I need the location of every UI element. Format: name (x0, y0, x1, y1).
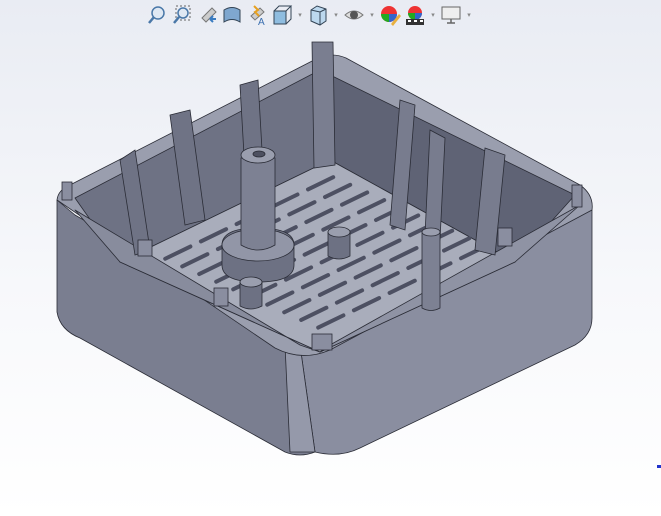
graphics-viewport[interactable] (0, 0, 661, 516)
apply-scene-icon (406, 6, 424, 25)
dropdown-arrow-icon[interactable]: ▾ (332, 4, 340, 26)
previous-view-icon (201, 7, 217, 23)
dropdown-arrow-icon[interactable]: ▾ (296, 4, 304, 26)
view-orientation-button[interactable] (271, 4, 293, 26)
previous-view-button[interactable] (196, 4, 218, 26)
svg-text:A: A (258, 17, 265, 26)
reference-triad-icon (657, 465, 661, 468)
display-style-button[interactable] (307, 4, 329, 26)
zoom-to-fit-icon (148, 6, 165, 24)
hide-show-items-button[interactable] (343, 4, 365, 26)
zoom-to-area-button[interactable] (171, 4, 193, 26)
section-view-button[interactable] (221, 4, 243, 26)
zoom-to-area-icon (173, 5, 191, 24)
view-settings-icon (441, 6, 461, 24)
display-style-icon (310, 5, 327, 26)
dynamic-annotation-views-button[interactable]: A (246, 4, 268, 26)
dynamic-annotation-views-icon: A (250, 5, 265, 26)
view-settings-button[interactable] (440, 4, 462, 26)
view-orientation-icon (273, 5, 293, 25)
hide-show-items-icon (344, 10, 364, 20)
edit-appearance-button[interactable] (379, 4, 401, 26)
zoom-to-fit-button[interactable] (146, 4, 168, 26)
dropdown-arrow-icon[interactable]: ▾ (465, 4, 473, 26)
dropdown-arrow-icon[interactable]: ▾ (368, 4, 376, 26)
dropdown-arrow-icon[interactable]: ▾ (429, 4, 437, 26)
heads-up-view-toolbar: A ▾ ▾ ▾ ▾ ▾ (146, 3, 473, 27)
apply-scene-button[interactable] (404, 4, 426, 26)
section-view-icon (223, 7, 241, 23)
edit-appearance-icon (381, 6, 401, 26)
